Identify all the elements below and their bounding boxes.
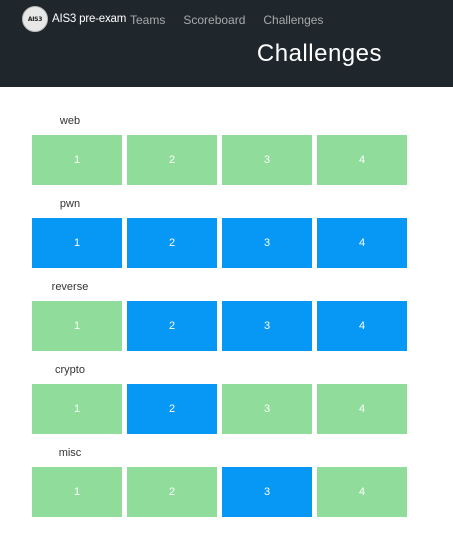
challenge-tile[interactable]: 2 [127,384,217,434]
challenge-tile[interactable]: 3 [222,467,312,517]
challenge-tile[interactable]: 3 [222,135,312,185]
challenge-row: 1 2 3 4 [32,384,412,434]
challenge-tile[interactable]: 2 [127,218,217,268]
challenge-tile[interactable]: 1 [32,301,122,351]
challenge-tile[interactable]: 1 [32,135,122,185]
challenge-row: 1 2 3 4 [32,301,412,351]
challenge-tile[interactable]: 1 [32,467,122,517]
brand[interactable]: AIS3 AIS3 pre-exam [22,6,126,32]
challenge-row: 1 2 3 4 [32,467,412,517]
category-label: reverse [51,281,89,293]
challenge-tile[interactable]: 3 [222,384,312,434]
nav-link-teams[interactable]: Teams [130,13,165,27]
challenge-tile[interactable]: 3 [222,218,312,268]
nav-link-scoreboard[interactable]: Scoreboard [183,13,245,27]
logo-text: AIS3 [27,15,43,23]
challenge-tile[interactable]: 4 [317,301,407,351]
brand-name: AIS3 pre-exam [52,13,127,25]
challenge-tile[interactable]: 4 [317,467,407,517]
challenge-tile[interactable]: 4 [317,135,407,185]
navbar: AIS3 AIS3 pre-exam Teams Scoreboard Chal… [0,0,453,87]
challenge-tile[interactable]: 4 [317,384,407,434]
nav-link-challenges[interactable]: Challenges [263,13,323,27]
challenge-tile[interactable]: 2 [127,301,217,351]
category-label: pwn [59,198,81,210]
category-label: misc [58,447,82,459]
page-title: Challenges [256,40,382,67]
category-label: web [59,115,81,127]
challenge-row: 1 2 3 4 [32,135,412,185]
nav-links: Teams Scoreboard Challenges [130,13,341,27]
category-label: crypto [55,364,85,376]
challenge-tile[interactable]: 2 [127,135,217,185]
challenge-row: 1 2 3 4 [32,218,412,268]
challenge-tile[interactable]: 2 [127,467,217,517]
challenge-tile[interactable]: 3 [222,301,312,351]
challenge-tile[interactable]: 1 [32,384,122,434]
challenge-tile[interactable]: 1 [32,218,122,268]
logo-icon: AIS3 [22,6,48,32]
challenge-tile[interactable]: 4 [317,218,407,268]
